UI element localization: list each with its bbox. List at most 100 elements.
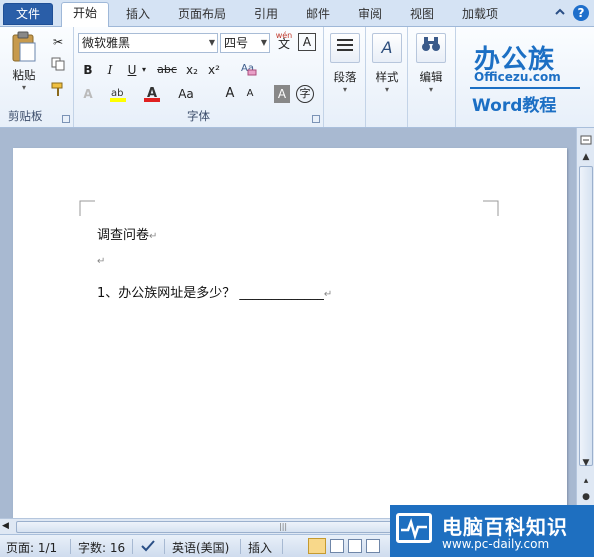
font-dialog-launcher[interactable] [312, 115, 320, 123]
character-border-button[interactable]: A [298, 33, 316, 51]
character-shading-button[interactable]: A [274, 85, 290, 103]
paragraph-mark-icon: ↵ [149, 231, 158, 242]
superscript-button[interactable]: x² [204, 61, 224, 79]
paragraph-group[interactable]: 段落 ▾ [324, 27, 366, 127]
text-effects-button[interactable]: A [78, 85, 98, 103]
language-indicator[interactable]: 英语(美国) [172, 539, 229, 556]
highlight-color-icon[interactable]: ab [108, 85, 128, 103]
ribbon-tab-bar: 文件 开始 插入 页面布局 引用 邮件 审阅 视图 加载项 ? [0, 0, 594, 28]
copy-icon[interactable] [48, 57, 68, 75]
font-size-combo[interactable]: 四号 ▼ [220, 33, 270, 53]
paste-label: 粘贴 [12, 68, 36, 82]
styles-label: 样式 [375, 70, 399, 84]
clear-formatting-icon[interactable]: Aa [238, 59, 258, 77]
grow-font-button[interactable]: A [220, 85, 240, 103]
document-page[interactable]: 调查问卷↵ ↵ 1、办公族网址是多少？ _____________↵ [13, 148, 567, 518]
strikethrough-button[interactable]: abc [154, 61, 180, 79]
document-question-line[interactable]: 1、办公族网址是多少？ _____________↵ [97, 282, 332, 301]
font-name-combo[interactable]: 微软雅黑 ▼ [78, 33, 218, 53]
font-size-value: 四号 [224, 36, 249, 50]
styles-button[interactable]: A 样式 ▾ [370, 33, 404, 94]
full-screen-reading-view-icon[interactable] [330, 539, 344, 553]
scroll-left-icon[interactable]: ◀ [2, 521, 9, 531]
document-title-line[interactable]: 调查问卷↵ [97, 224, 157, 243]
status-divider [240, 539, 241, 554]
tab-review[interactable]: 审阅 [350, 4, 390, 26]
officezu-logo: 办公族 Officezu.com Word教程 [456, 27, 594, 127]
monitor-icon [396, 513, 432, 543]
outline-view-icon[interactable] [366, 539, 380, 553]
binoculars-icon [416, 33, 446, 63]
watermark-title: 电脑百科知识 [442, 515, 568, 539]
margin-corner-top-left [79, 200, 95, 216]
tab-home[interactable]: 开始 [61, 2, 109, 28]
tab-addins[interactable]: 加载项 [454, 4, 506, 26]
paragraph-label: 段落 [333, 70, 357, 84]
editing-group[interactable]: 编辑 ▾ [408, 27, 456, 127]
styles-group[interactable]: A 样式 ▾ [366, 27, 408, 127]
document-title-text: 调查问卷 [97, 228, 150, 243]
bold-button[interactable]: B [78, 61, 98, 79]
margin-corner-top-right [483, 200, 499, 216]
paragraph-button[interactable]: 段落 ▾ [328, 33, 362, 94]
scroll-down-icon[interactable]: ▼ [579, 456, 593, 470]
cut-icon[interactable]: ✂ [48, 33, 68, 51]
change-case-button[interactable]: Aa [172, 85, 200, 103]
font-size-dropdown-icon[interactable]: ▼ [261, 34, 267, 52]
tab-view[interactable]: 视图 [402, 4, 442, 26]
font-group-label: 字体 [187, 109, 210, 123]
vertical-scrollbar[interactable]: ▲ ▼ ▴ ● ▾ [576, 128, 594, 518]
scroll-up-icon[interactable]: ▲ [579, 150, 593, 164]
answer-blank: _____________ [239, 286, 324, 301]
phonetic-guide-bottom: 文 [277, 37, 290, 51]
tab-mailings[interactable]: 邮件 [298, 4, 338, 26]
editing-button[interactable]: 编辑 ▾ [414, 33, 448, 94]
font-name-value: 微软雅黑 [82, 36, 131, 50]
web-layout-view-icon[interactable] [348, 539, 362, 553]
format-painter-icon[interactable] [48, 81, 68, 99]
vertical-scroll-thumb[interactable] [579, 166, 593, 466]
svg-text:?: ? [578, 6, 585, 20]
editing-label: 编辑 [419, 70, 443, 84]
paste-button[interactable]: 粘贴 ▾ [6, 31, 42, 92]
subscript-button[interactable]: x₂ [182, 61, 202, 79]
font-group: 微软雅黑 ▼ 四号 ▼ wén 文 A B I U ▾ abc x₂ x² Aa… [74, 27, 324, 127]
font-name-dropdown-icon[interactable]: ▼ [209, 34, 215, 52]
status-divider [70, 539, 71, 554]
clipboard-dialog-launcher[interactable] [62, 115, 70, 123]
font-color-icon[interactable]: A [142, 85, 162, 103]
document-empty-line[interactable]: ↵ [97, 254, 105, 267]
status-divider [164, 539, 165, 554]
phonetic-guide-button[interactable]: wén 文 [274, 31, 294, 53]
ruler-toggle-icon[interactable] [579, 134, 593, 148]
minimize-ribbon-icon[interactable] [552, 5, 568, 21]
styles-icon: A [372, 33, 402, 63]
tab-page-layout[interactable]: 页面布局 [170, 4, 234, 26]
paragraph-mark-icon: ↵ [323, 289, 333, 300]
word-count[interactable]: 字数: 16 [78, 539, 125, 556]
insert-mode-indicator[interactable]: 插入 [248, 539, 272, 556]
print-layout-view-icon[interactable] [308, 538, 326, 554]
page-count[interactable]: 页面: 1/1 [6, 539, 57, 556]
enclose-characters-button[interactable]: 字 [296, 85, 314, 103]
tab-insert[interactable]: 插入 [118, 4, 158, 26]
shrink-font-button[interactable]: A [240, 85, 260, 103]
scroll-grip-icon: ||| [279, 522, 288, 531]
svg-text:ab: ab [111, 88, 123, 99]
help-icon[interactable]: ? [572, 4, 590, 22]
pc-daily-watermark: 电脑百科知识 www.pc-daily.com [390, 505, 594, 557]
underline-dropdown-icon[interactable]: ▾ [138, 61, 150, 79]
italic-button[interactable]: I [100, 61, 120, 79]
tab-references[interactable]: 引用 [246, 4, 286, 26]
proofing-icon[interactable] [140, 539, 156, 556]
styles-dropdown-icon: ▾ [384, 85, 389, 94]
logo-word-text: Word教程 [472, 96, 557, 116]
status-divider [132, 539, 133, 554]
select-browse-object-icon[interactable]: ● [579, 490, 593, 504]
previous-page-icon[interactable]: ▴ [579, 474, 593, 488]
logo-sub-text: Officezu.com [474, 70, 561, 84]
clipboard-group: 粘贴 ▾ ✂ 剪贴板 [0, 27, 74, 127]
question-text: 1、办公族网址是多少？ [97, 286, 236, 301]
paste-dropdown-icon[interactable]: ▾ [6, 83, 42, 92]
tab-file[interactable]: 文件 [3, 3, 53, 25]
